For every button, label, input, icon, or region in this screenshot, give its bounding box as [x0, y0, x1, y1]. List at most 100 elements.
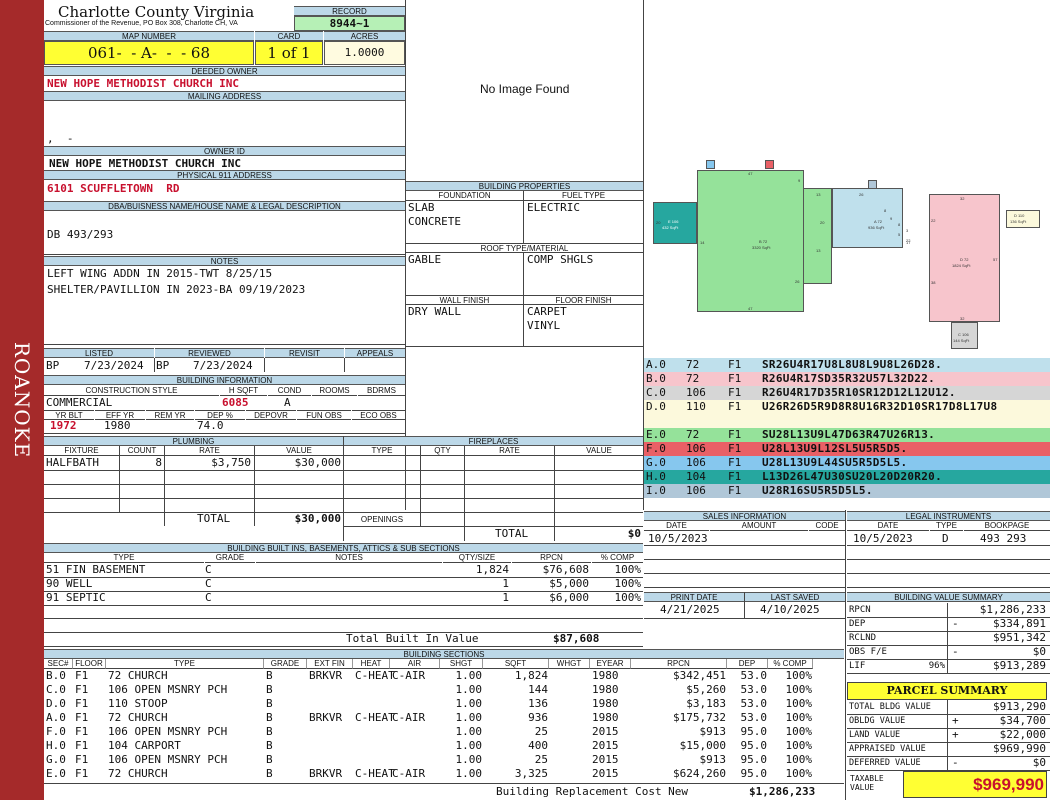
cond-label: COND [268, 386, 311, 396]
vector-row: C.0 106 F1 R26U4R17D35R10SR12D12L12U12. [644, 386, 1050, 400]
sketch-section-b2 [804, 188, 832, 284]
last-saved-label: LAST SAVED [745, 592, 845, 602]
sketch-dim-b-r1: 13 [816, 192, 821, 197]
sketch-area-d110: 136 SqFt [1010, 219, 1027, 224]
section-cell: 25 [534, 725, 548, 738]
sketch-label-d: D 72 [960, 257, 969, 262]
sketch-area-e: 432 SqFt [662, 225, 679, 230]
section-cell: $624,260 [673, 767, 726, 780]
section-cell: $913 [699, 753, 727, 766]
section-cell: C-HEAT [355, 669, 395, 682]
listed-by: BP [46, 359, 60, 372]
wall-finish-label: WALL FINISH [406, 295, 523, 305]
section-col-header: FLOOR [73, 659, 106, 669]
section-cell: 3,325 [514, 767, 548, 780]
section-cell: 1,824 [514, 669, 548, 682]
section-cell: 25 [534, 753, 548, 766]
foundation-2: CONCRETE [408, 215, 461, 228]
style-label: CONSTRUCTION STYLE [44, 386, 219, 396]
section-cell: 1980 [592, 669, 619, 682]
fuel-type-label: FUEL TYPE [524, 191, 643, 201]
deeded-owner-label: DEEDED OWNER [44, 66, 405, 76]
section-col-header: SHGT [440, 659, 483, 669]
sketch-label-d110: D 110 [1014, 213, 1025, 218]
mailing-address: , - [47, 132, 74, 145]
dba-label: DBA/BUISNESS NAME/HOUSE NAME & LEGAL DES… [44, 201, 405, 211]
vector-path: U28L13U9L12SL5U5R5D5. [762, 442, 908, 455]
roof-material: COMP SHGLS [527, 253, 594, 266]
effective-year: 1980 [104, 419, 131, 432]
plumbing-rate: $3,750 [211, 456, 251, 469]
section-col-header: TYPE [106, 659, 264, 669]
plumbing-total: $30,000 [294, 512, 341, 525]
section-cell: 2015 [592, 739, 619, 752]
plumbing-col-count: COUNT [120, 446, 164, 456]
print-date-label: PRINT DATE [644, 592, 744, 602]
sketch-area-d: 1824 SqFt [952, 263, 971, 268]
section-cell: E.0 [46, 767, 66, 780]
section-cell: H.0 [46, 739, 66, 752]
builtin-col-comp: % COMP [592, 553, 643, 563]
condition: A [284, 396, 291, 409]
section-cell: 95.0 [740, 725, 768, 738]
section-cell: 1.00 [455, 725, 483, 738]
listed-date: 7/23/2024 [84, 359, 144, 372]
parcel-amount: $969,990 [993, 742, 1046, 755]
ecoobs-label: ECO OBS [352, 410, 405, 420]
sketch-dim-b-r2: 13 [816, 248, 821, 253]
vector-code: G.0 [646, 456, 666, 469]
section-cell: 1.00 [455, 697, 483, 710]
section-cell: B [266, 739, 273, 752]
section-cell: 104 CARPORT [108, 739, 181, 752]
fireplace-col-rate: RATE [465, 446, 554, 456]
builtin-cell: $6,000 [549, 591, 589, 604]
print-date: 4/21/2025 [660, 603, 720, 616]
section-cell: 100% [785, 767, 813, 780]
section-cell: $175,732 [673, 711, 726, 724]
sketch-label-c: C 106 [958, 332, 969, 337]
builtin-total: $87,608 [553, 632, 600, 645]
value-label: DEP [849, 619, 866, 629]
vector-row: G.0 106 F1 U28L13U9L44SU5R5D5L5. [644, 456, 1050, 470]
builtin-cell: $5,000 [549, 577, 589, 590]
vector-row: F.0 106 F1 U28L13U9L12SL5U5R5D5. [644, 442, 1050, 456]
section-cell: BRKVR [309, 767, 343, 780]
vector-id: 110 [686, 400, 706, 413]
section-col-header: GRADE [264, 659, 307, 669]
sale-date: 10/5/2023 [648, 532, 708, 545]
builtin-cell: 1 [502, 577, 509, 590]
plumbing-col-rate: RATE [165, 446, 254, 456]
sketch-dim-d-left: 22 [931, 218, 936, 223]
section-cell: F1 [75, 697, 89, 710]
section-col-header: EYEAR [590, 659, 631, 669]
section-cell: 95.0 [740, 767, 768, 780]
builtin-col-grade: GRADE [205, 553, 255, 563]
section-cell: $3,183 [686, 697, 726, 710]
section-col-header: % COMP [768, 659, 813, 669]
section-cell: F1 [75, 725, 89, 738]
sales-title: SALES INFORMATION [644, 511, 845, 521]
sales-col-code: CODE [809, 521, 845, 531]
floor-finish-2: VINYL [527, 319, 561, 332]
legal-bookpage: 493 293 [980, 532, 1027, 545]
section-cell: 100% [785, 697, 813, 710]
section-cell: G.0 [46, 753, 66, 766]
section-cell: 72 CHURCH [108, 711, 168, 724]
fuel-type: ELECTRIC [527, 201, 580, 214]
owner-id: NEW HOPE METHODIST CHURCH INC [49, 157, 242, 170]
sketch-dim-a-top: 26 [859, 192, 864, 197]
section-cell: 2015 [592, 725, 619, 738]
notes-label: NOTES [44, 256, 405, 266]
acres-label: ACRES [324, 31, 405, 41]
bdrms-label: BDRMS [358, 386, 405, 396]
foundation-label: FOUNDATION [406, 191, 523, 201]
section-cell: F1 [75, 753, 89, 766]
vector-id: 106 [686, 456, 706, 469]
rooms-label: ROOMS [312, 386, 357, 396]
vector-code: I.0 [646, 484, 666, 497]
plumbing-fixture: HALFBATH [46, 456, 99, 469]
builtin-cell: 91 SEPTIC [46, 591, 106, 604]
vector-code: F.0 [646, 442, 666, 455]
replacement-cost-label: Building Replacement Cost New [496, 785, 689, 798]
vector-code: A.0 [646, 358, 666, 371]
